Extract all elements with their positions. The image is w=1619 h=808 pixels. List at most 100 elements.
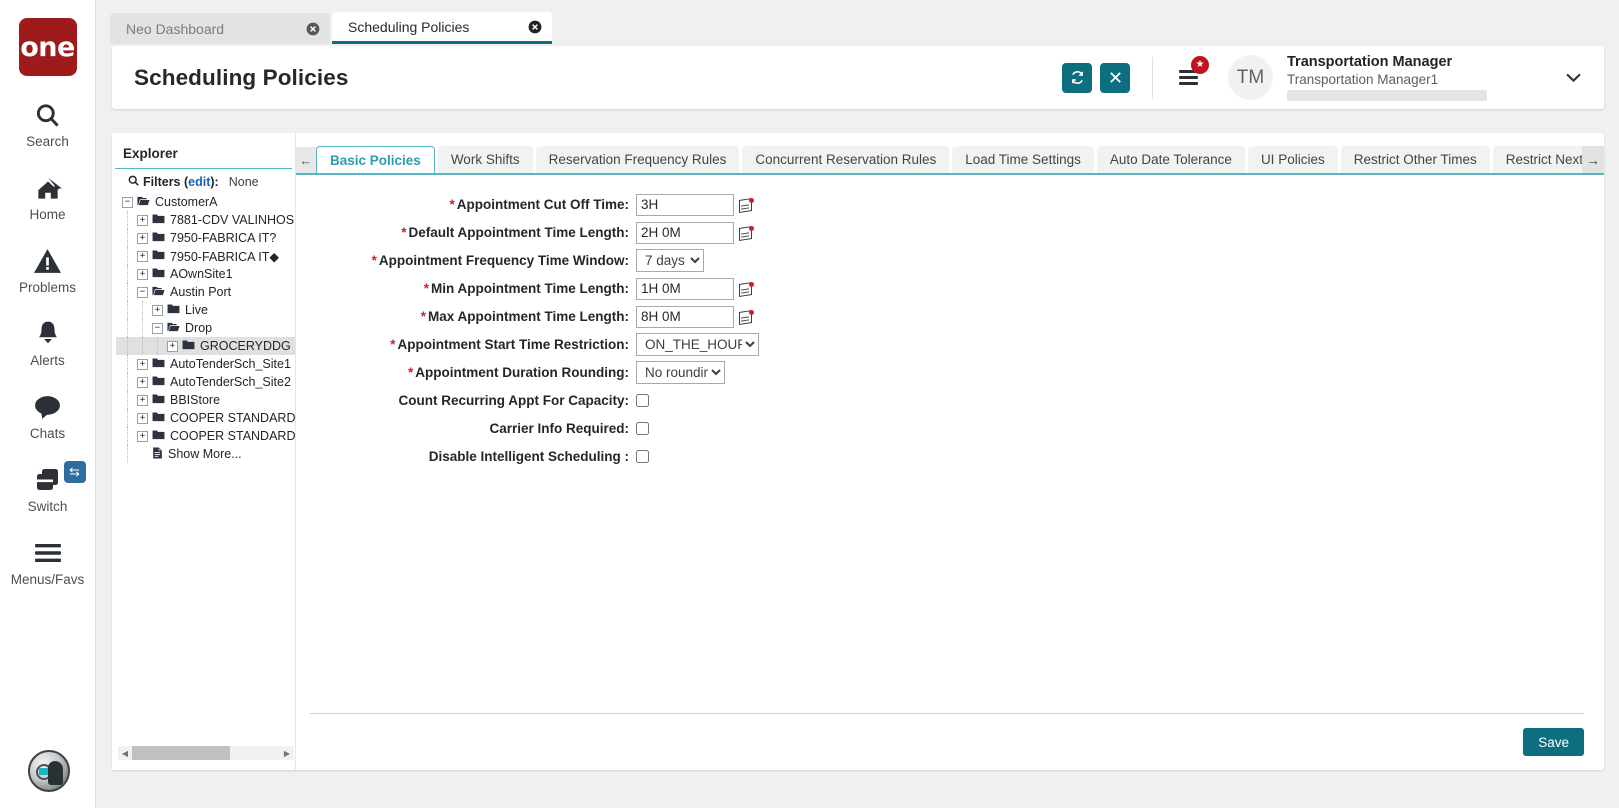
- expand-icon[interactable]: +: [137, 395, 148, 406]
- collapse-icon[interactable]: −: [122, 197, 133, 208]
- avatar[interactable]: TM: [1228, 55, 1273, 100]
- tree-item-label: 7881-CDV VALINHOS: [170, 213, 294, 227]
- brand-logo[interactable]: one: [19, 18, 77, 76]
- control-disable-intelligent-scheduling: [636, 450, 649, 463]
- collapse-icon[interactable]: −: [152, 323, 163, 334]
- tree-item-live[interactable]: +Live: [116, 301, 295, 319]
- sidebar-item-menus-favs[interactable]: Menus/Favs: [0, 536, 96, 587]
- date-picker-icon[interactable]: [738, 280, 755, 298]
- input-default-appointment-time-length[interactable]: [636, 222, 734, 244]
- control-default-appointment-time-length: [636, 222, 755, 244]
- input-max-appointment-time-length[interactable]: [636, 306, 734, 328]
- checkbox-disable-intelligent-scheduling[interactable]: [636, 450, 649, 463]
- control-appointment-frequency-time-window: 7 days: [636, 249, 704, 272]
- expand-icon[interactable]: +: [152, 305, 163, 316]
- tree-item-7950-fabrica-it[interactable]: +7950-FABRICA IT?: [116, 229, 295, 247]
- date-picker-icon[interactable]: [738, 308, 755, 326]
- tree-item-groceryddg[interactable]: + GROCERYDDG: [116, 337, 295, 355]
- expand-icon[interactable]: +: [137, 413, 148, 424]
- tab-auto-date-tolerance[interactable]: Auto Date Tolerance: [1097, 146, 1245, 173]
- date-picker-icon[interactable]: [738, 196, 755, 214]
- close-circle-icon[interactable]: [305, 21, 320, 36]
- expand-icon[interactable]: +: [137, 431, 148, 442]
- triangle-left-icon[interactable]: ◀: [118, 749, 132, 758]
- header-menu-button[interactable]: ★: [1175, 63, 1202, 92]
- explorer-horizontal-scrollbar[interactable]: ◀ ▶: [118, 746, 294, 760]
- explorer-filters-row: Filters ( edit ): None: [112, 169, 295, 193]
- expand-icon[interactable]: +: [137, 215, 148, 226]
- sidebar-item-search[interactable]: Search: [0, 98, 96, 149]
- tab-reservation-frequency-rules[interactable]: Reservation Frequency Rules: [536, 146, 740, 173]
- tree-item-label: 7950-FABRICA IT◆: [170, 249, 279, 264]
- ai-assistant-avatar-icon[interactable]: [28, 750, 70, 792]
- swap-arrows-icon[interactable]: ⇆: [64, 461, 86, 483]
- tab-concurrent-reservation-rules[interactable]: Concurrent Reservation Rules: [742, 146, 949, 173]
- refresh-button[interactable]: [1062, 63, 1092, 93]
- save-button[interactable]: Save: [1523, 728, 1584, 756]
- tree-item-drop[interactable]: −Drop: [116, 319, 295, 337]
- sidebar-item-chats[interactable]: Chats: [0, 390, 96, 441]
- tree-guide-line: [142, 337, 143, 355]
- calendar-dot: [749, 282, 754, 287]
- tab-scroll-right-button[interactable]: →: [1582, 146, 1604, 173]
- form-row-default-appointment-time-length: *Default Appointment Time Length:: [296, 219, 1604, 246]
- expand-icon[interactable]: +: [137, 269, 148, 280]
- expand-icon[interactable]: +: [167, 341, 178, 352]
- tree-item-autotendersch-site1[interactable]: +AutoTenderSch_Site1: [116, 355, 295, 373]
- input-appointment-cut-off-time[interactable]: [636, 194, 734, 216]
- expand-icon[interactable]: +: [137, 233, 148, 244]
- select-appointment-duration-rounding[interactable]: No rounding: [636, 361, 725, 384]
- input-min-appointment-time-length[interactable]: [636, 278, 734, 300]
- sidebar-item-problems[interactable]: Problems: [0, 244, 96, 295]
- tab-ui-policies[interactable]: UI Policies: [1248, 146, 1338, 173]
- tree-item-cooper-standard-gold[interactable]: +COOPER STANDARD GOLD: [116, 427, 295, 445]
- chevron-down-icon[interactable]: [1565, 68, 1582, 88]
- tab-load-time-settings[interactable]: Load Time Settings: [952, 146, 1094, 173]
- close-circle-icon[interactable]: [527, 19, 542, 34]
- tree-item-cooper-standard-agua[interactable]: +COOPER STANDARD AGUA: [116, 409, 295, 427]
- folder-icon: [182, 339, 195, 353]
- label-appointment-start-time-restriction: *Appointment Start Time Restriction:: [296, 337, 636, 352]
- tab-restrict-other-times[interactable]: Restrict Other Times: [1341, 146, 1490, 173]
- tree-item-show-more[interactable]: Show More...: [116, 445, 295, 463]
- sidebar-item-label: Search: [26, 134, 69, 149]
- document-tab-neo-dashboard[interactable]: Neo Dashboard: [110, 13, 330, 44]
- tree-item-aownsite1[interactable]: +AOwnSite1: [116, 265, 295, 283]
- expand-icon[interactable]: +: [137, 377, 148, 388]
- tab-work-shifts[interactable]: Work Shifts: [438, 146, 533, 173]
- checkbox-count-recurring-appt-for-capacity[interactable]: [636, 394, 649, 407]
- tree-item-label: GROCERYDDG: [200, 339, 291, 353]
- select-appointment-frequency-time-window[interactable]: 7 days: [636, 249, 704, 272]
- sidebar-item-home[interactable]: Home: [0, 171, 96, 222]
- document-tab-scheduling-policies[interactable]: Scheduling Policies: [332, 12, 552, 44]
- expand-icon[interactable]: +: [137, 359, 148, 370]
- tree-item-autotendersch-site2[interactable]: +AutoTenderSch_Site2: [116, 373, 295, 391]
- filters-edit-link[interactable]: edit: [188, 175, 210, 189]
- tree-guide-line: [127, 229, 128, 247]
- tree-guide-line: [127, 265, 128, 283]
- folder-icon: [152, 375, 165, 389]
- calendar-dot: [749, 226, 754, 231]
- tree-item-bbistore[interactable]: +BBIStore: [116, 391, 295, 409]
- avatar-initials: TM: [1237, 67, 1264, 89]
- form-row-appointment-duration-rounding: *Appointment Duration Rounding:No roundi…: [296, 359, 1604, 386]
- tree-item-7950-fabrica-it[interactable]: +7950-FABRICA IT◆: [116, 247, 295, 265]
- tree-item-7881-cdv-valinhos[interactable]: +7881-CDV VALINHOS: [116, 211, 295, 229]
- collapse-icon[interactable]: −: [137, 287, 148, 298]
- tree-item-austin-port[interactable]: −Austin Port: [116, 283, 295, 301]
- sidebar-item-alerts[interactable]: Alerts: [0, 317, 96, 368]
- tab-scroll-left-button[interactable]: ←: [296, 147, 316, 173]
- tab-basic-policies[interactable]: Basic Policies: [316, 146, 435, 173]
- expand-icon[interactable]: +: [137, 251, 148, 262]
- triangle-right-icon[interactable]: ▶: [280, 749, 294, 758]
- checkbox-carrier-info-required[interactable]: [636, 422, 649, 435]
- scrollbar-thumb[interactable]: [132, 746, 230, 760]
- select-appointment-start-time-restriction[interactable]: ON_THE_HOUR: [636, 333, 759, 356]
- required-asterisk: *: [408, 365, 413, 380]
- date-picker-icon[interactable]: [738, 224, 755, 242]
- form-tab-bar: ← Basic PoliciesWork ShiftsReservation F…: [296, 143, 1604, 175]
- hamburger-icon: [1179, 82, 1198, 85]
- tree-item-customera[interactable]: −CustomerA: [116, 193, 295, 211]
- close-button[interactable]: [1100, 63, 1130, 93]
- sidebar-item-switch[interactable]: ⇆ Switch: [0, 463, 96, 514]
